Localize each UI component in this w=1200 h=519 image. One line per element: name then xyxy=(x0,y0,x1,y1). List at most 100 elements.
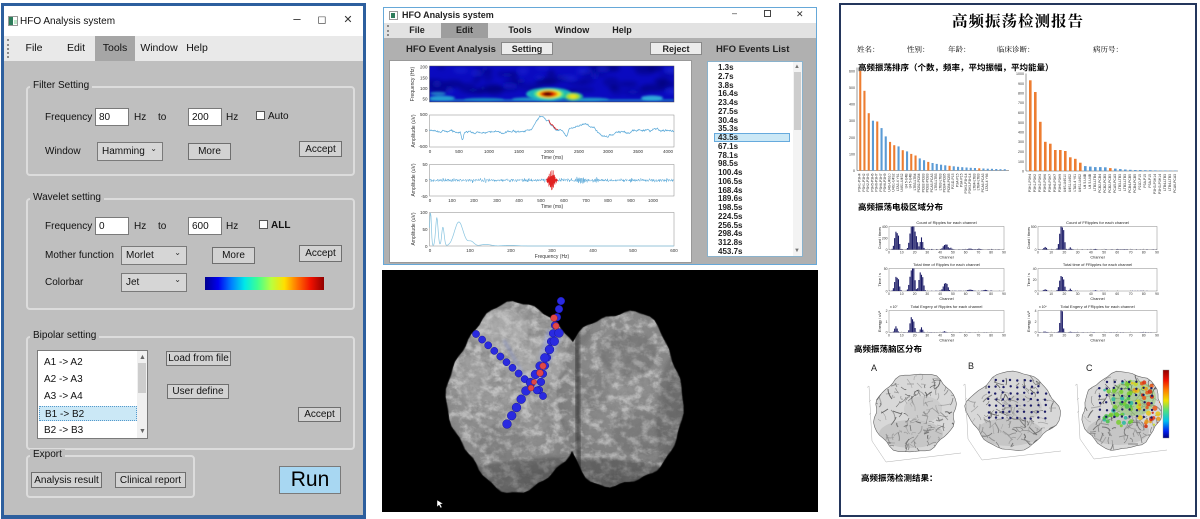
svg-text:900: 900 xyxy=(627,198,635,203)
svg-text:Count of Ripples for each chan: Count of Ripples for each channel xyxy=(916,220,976,225)
svg-text:200: 200 xyxy=(420,65,428,70)
svg-text:50: 50 xyxy=(1102,292,1106,296)
svg-text:Time / s: Time / s xyxy=(878,273,882,286)
svg-text:30: 30 xyxy=(925,292,929,296)
svg-text:Frequency (Hz): Frequency (Hz) xyxy=(535,254,570,260)
svg-text:LTB4-LTB3: LTB4-LTB3 xyxy=(1168,174,1172,191)
svg-text:400: 400 xyxy=(849,103,855,107)
svg-text:10: 10 xyxy=(1049,251,1053,255)
svg-text:x 10⁶: x 10⁶ xyxy=(1039,305,1047,309)
svg-text:-500: -500 xyxy=(418,144,428,149)
svg-text:0: 0 xyxy=(853,169,855,173)
svg-text:P3H6-P3H9: P3H6-P3H9 xyxy=(1058,174,1062,192)
svg-text:200: 200 xyxy=(1018,150,1024,154)
svg-text:50: 50 xyxy=(1102,333,1106,337)
svg-text:0: 0 xyxy=(1037,333,1039,337)
svg-text:90: 90 xyxy=(1002,251,1006,255)
svg-text:4: 4 xyxy=(1035,309,1037,313)
svg-text:2000: 2000 xyxy=(544,149,555,154)
svg-text:1000: 1000 xyxy=(1016,72,1024,76)
svg-text:60: 60 xyxy=(1115,333,1119,337)
svg-text:300: 300 xyxy=(849,119,855,123)
svg-text:400: 400 xyxy=(882,225,888,229)
svg-text:0: 0 xyxy=(888,333,890,337)
svg-text:800: 800 xyxy=(604,198,612,203)
svg-text:B: B xyxy=(968,361,974,371)
svg-text:70: 70 xyxy=(1129,333,1133,337)
svg-text:LTB3-LTB3: LTB3-LTB3 xyxy=(1123,174,1127,191)
svg-text:Channel: Channel xyxy=(1090,338,1104,342)
svg-text:100: 100 xyxy=(1018,160,1024,164)
svg-text:P3H3-P3H14: P3H3-P3H14 xyxy=(1153,174,1157,194)
svg-text:LTB3-LTB3: LTB3-LTB3 xyxy=(1118,174,1122,191)
svg-text:Count / times: Count / times xyxy=(1027,227,1031,249)
svg-text:300: 300 xyxy=(548,248,556,253)
svg-text:20: 20 xyxy=(1033,278,1037,282)
svg-text:4000: 4000 xyxy=(663,149,674,154)
svg-text:70: 70 xyxy=(977,333,981,337)
svg-text:50: 50 xyxy=(422,162,428,167)
svg-text:30: 30 xyxy=(925,333,929,337)
svg-text:C: C xyxy=(1086,363,1093,373)
svg-text:400: 400 xyxy=(589,248,597,253)
svg-text:90: 90 xyxy=(1002,333,1006,337)
svg-text:500: 500 xyxy=(420,112,428,117)
svg-text:0: 0 xyxy=(1022,170,1024,174)
svg-text:P3H3-P3H14: P3H3-P3H14 xyxy=(1158,174,1162,194)
svg-text:20: 20 xyxy=(1063,251,1067,255)
svg-text:200: 200 xyxy=(849,136,855,140)
svg-text:80: 80 xyxy=(989,333,993,337)
svg-text:100: 100 xyxy=(466,248,474,253)
svg-text:P3H1-P3H4: P3H1-P3H4 xyxy=(1028,174,1032,192)
svg-text:Channel: Channel xyxy=(1090,297,1104,301)
svg-text:500: 500 xyxy=(537,198,545,203)
svg-text:Amplitude (uV): Amplitude (uV) xyxy=(411,114,417,147)
svg-text:U4S1-U4S2: U4S1-U4S2 xyxy=(1068,174,1072,192)
svg-text:x 10⁷: x 10⁷ xyxy=(890,305,898,309)
svg-text:50: 50 xyxy=(1102,251,1106,255)
svg-text:Channel: Channel xyxy=(939,297,953,301)
svg-text:50: 50 xyxy=(422,97,428,102)
svg-text:100: 100 xyxy=(420,210,428,215)
svg-text:900: 900 xyxy=(1018,82,1024,86)
svg-text:P3H6-P3H7: P3H6-P3H7 xyxy=(1048,174,1052,192)
svg-text:40: 40 xyxy=(1089,292,1093,296)
svg-text:Amplitude (uV): Amplitude (uV) xyxy=(411,212,417,245)
svg-text:Channel: Channel xyxy=(939,338,953,342)
svg-text:700: 700 xyxy=(1018,101,1024,105)
svg-text:60: 60 xyxy=(964,292,968,296)
svg-text:90: 90 xyxy=(1002,292,1006,296)
svg-text:100: 100 xyxy=(448,198,456,203)
svg-text:Total Engery of FRipples for e: Total Engery of FRipples for each channe… xyxy=(1060,304,1134,309)
svg-text:90: 90 xyxy=(1155,292,1159,296)
svg-text:PCB2-PCB3: PCB2-PCB3 xyxy=(1108,174,1112,193)
svg-text:P3A-P15: P3A-P15 xyxy=(1148,174,1152,188)
svg-text:40: 40 xyxy=(938,251,942,255)
svg-text:Frequency (Hz): Frequency (Hz) xyxy=(410,66,416,101)
svg-text:40: 40 xyxy=(1089,333,1093,337)
svg-text:80: 80 xyxy=(1142,292,1146,296)
svg-text:600: 600 xyxy=(670,248,678,253)
svg-text:70: 70 xyxy=(977,251,981,255)
svg-text:20: 20 xyxy=(1063,333,1067,337)
svg-text:Energy / uV²: Energy / uV² xyxy=(1027,310,1031,332)
svg-text:80: 80 xyxy=(1142,333,1146,337)
svg-text:300: 300 xyxy=(493,198,501,203)
svg-text:U4 5-U4B: U4 5-U4B xyxy=(1083,173,1087,189)
svg-text:Energy / uV²: Energy / uV² xyxy=(878,310,882,332)
svg-text:70: 70 xyxy=(1129,292,1133,296)
svg-text:Time / s: Time / s xyxy=(1027,273,1031,286)
svg-text:40: 40 xyxy=(1089,251,1093,255)
svg-text:100: 100 xyxy=(849,152,855,156)
svg-text:200: 200 xyxy=(470,198,478,203)
svg-text:1000: 1000 xyxy=(648,198,659,203)
svg-text:600: 600 xyxy=(849,69,855,73)
svg-text:500: 500 xyxy=(455,149,463,154)
svg-text:20: 20 xyxy=(913,333,917,337)
svg-text:60: 60 xyxy=(1115,292,1119,296)
svg-text:P3H6-P3H7: P3H6-P3H7 xyxy=(1053,174,1057,192)
svg-text:0: 0 xyxy=(429,248,432,253)
svg-text:60: 60 xyxy=(964,333,968,337)
svg-text:Count of FRipples for each cha: Count of FRipples for each channel xyxy=(1066,220,1129,225)
svg-text:Channel: Channel xyxy=(1090,256,1104,260)
